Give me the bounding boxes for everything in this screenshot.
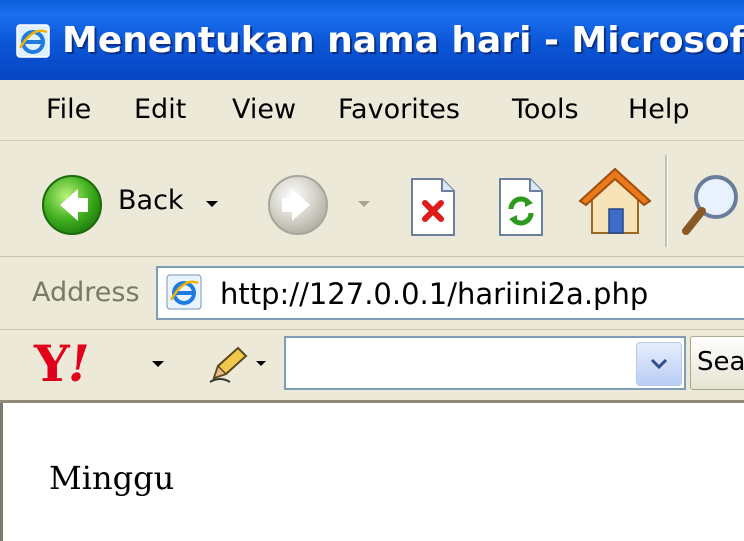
page-text-day: Minggu xyxy=(49,459,175,497)
forward-dropdown-arrow[interactable] xyxy=(358,201,370,207)
menu-tools[interactable]: Tools xyxy=(512,80,579,140)
menu-favorites[interactable]: Favorites xyxy=(338,80,460,140)
ie-window-icon[interactable] xyxy=(16,24,50,58)
address-input[interactable]: http://127.0.0.1/hariini2a.php xyxy=(156,266,744,320)
yahoo-menu-dropdown-arrow[interactable] xyxy=(152,361,164,367)
menu-help[interactable]: Help xyxy=(628,80,690,140)
yahoo-search-web-button[interactable]: Search Web xyxy=(690,336,744,390)
yahoo-search-input[interactable] xyxy=(284,336,686,390)
back-dropdown-arrow[interactable] xyxy=(206,201,218,207)
menu-view[interactable]: View xyxy=(232,80,296,140)
address-url-text: http://127.0.0.1/hariini2a.php xyxy=(220,277,649,311)
home-icon[interactable] xyxy=(578,165,652,237)
pencil-edit-icon[interactable] xyxy=(208,344,252,384)
address-bar: Address http://127.0.0.1/hariini2a.php xyxy=(0,257,744,330)
back-button-label[interactable]: Back xyxy=(118,185,184,216)
menu-edit[interactable]: Edit xyxy=(134,80,186,140)
forward-arrow-icon[interactable] xyxy=(266,173,330,237)
back-arrow-icon[interactable] xyxy=(40,173,104,237)
chevron-down-icon xyxy=(650,358,668,370)
ie-page-icon xyxy=(166,274,202,310)
yahoo-toolbar: Y! Search Web xyxy=(0,330,744,403)
standard-toolbar: Back xyxy=(0,141,744,257)
yahoo-logo[interactable]: Y! xyxy=(34,334,90,394)
stop-icon[interactable] xyxy=(408,177,458,237)
title-bar[interactable]: Menentukan nama hari - Microsoft Interne… xyxy=(0,0,744,80)
search-magnifier-icon[interactable] xyxy=(680,169,744,239)
menu-file[interactable]: File xyxy=(46,80,91,140)
page-content: Minggu xyxy=(0,403,744,541)
menu-bar: File Edit View Favorites Tools Help xyxy=(0,80,744,141)
pencil-dropdown-arrow[interactable] xyxy=(256,361,266,366)
browser-window: Menentukan nama hari - Microsoft Interne… xyxy=(0,0,744,541)
toolbar-separator xyxy=(665,155,668,247)
address-label: Address xyxy=(32,277,140,308)
window-title: Menentukan nama hari - Microsoft Interne… xyxy=(62,20,744,61)
refresh-icon[interactable] xyxy=(496,177,546,237)
yahoo-search-dropdown-button[interactable] xyxy=(636,342,682,386)
